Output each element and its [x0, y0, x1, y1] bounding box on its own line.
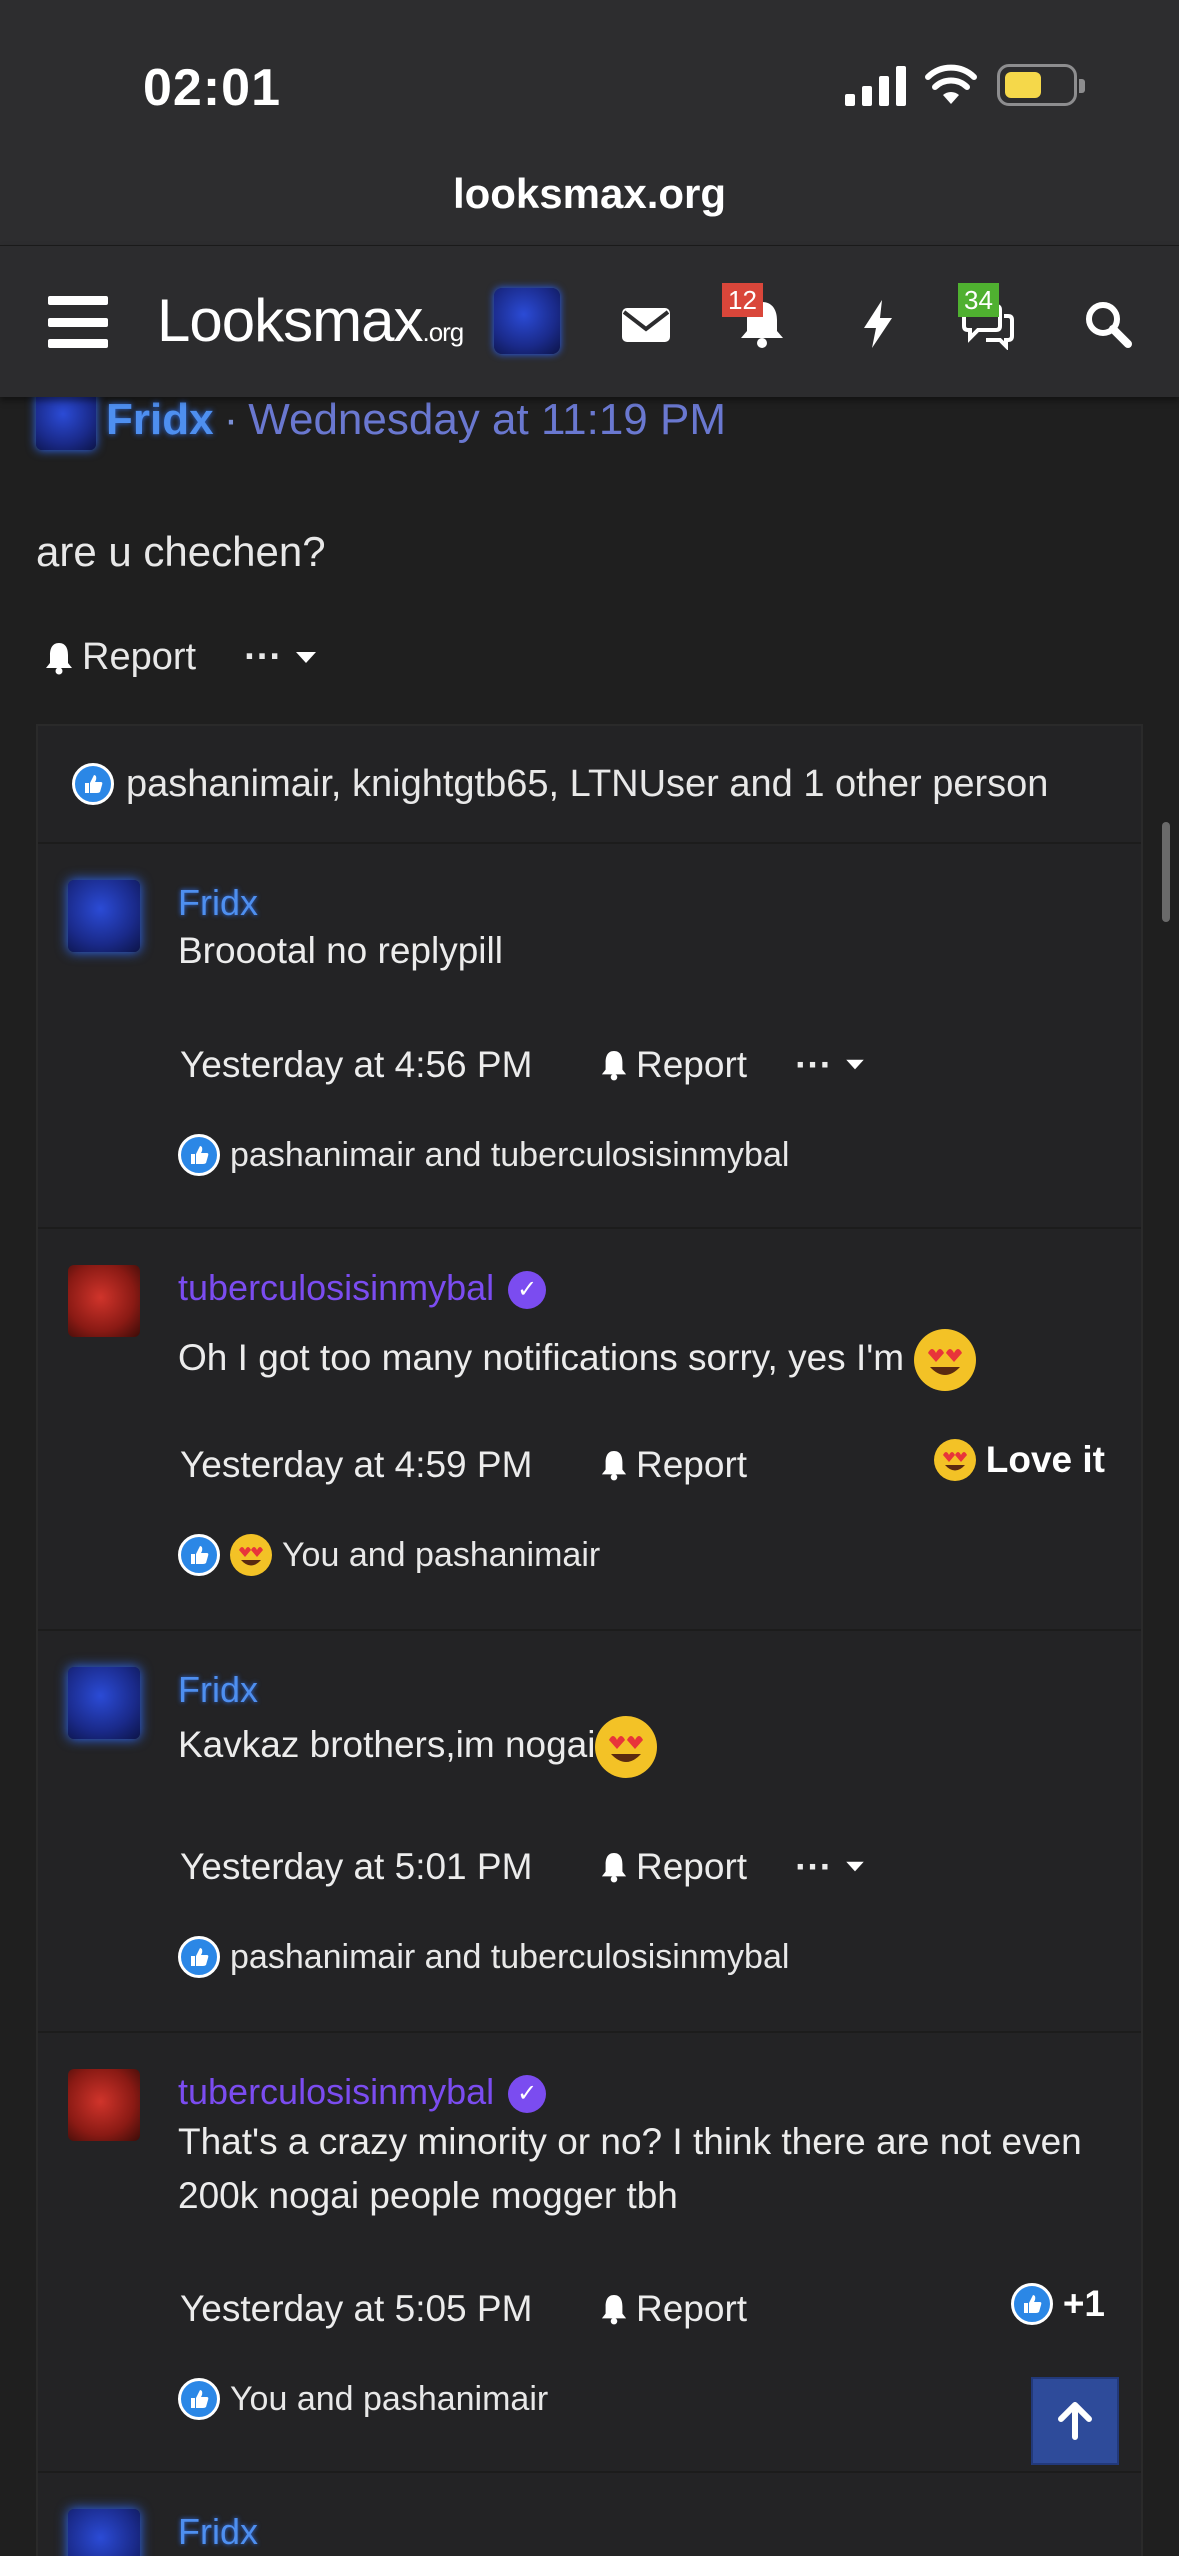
reply-text: Broootal no replypill — [178, 930, 503, 971]
reply-author[interactable]: tuberculosisinmybal ✓ — [178, 2071, 547, 2114]
separator: · — [223, 395, 239, 444]
like-icon — [72, 763, 114, 805]
report-button[interactable]: Report — [600, 2288, 747, 2330]
reply-item: Fridx — [38, 2473, 1141, 2556]
reply-item: tuberculosisinmybal ✓ Oh I got too many n… — [38, 1229, 1141, 1631]
reply-item: Fridx Broootal no replypill Yesterday at… — [38, 844, 1141, 1229]
ellipsis-icon: ··· — [795, 1846, 833, 1887]
reply-author[interactable]: Fridx — [178, 882, 258, 924]
cellular-signal-icon — [845, 64, 906, 106]
reply-meta: Yesterday at 4:59 PM Report — [180, 1444, 747, 1486]
report-button[interactable]: Report — [44, 636, 196, 679]
reply-avatar[interactable] — [68, 1667, 140, 1739]
reply-meta: Yesterday at 4:56 PM Report ··· — [180, 1044, 866, 1086]
bell-icon — [46, 642, 72, 674]
heart-eyes-emoji-icon — [595, 1716, 658, 1778]
reply-item: Fridx Kavkaz brothers,im nogai Yesterday… — [38, 1631, 1141, 2033]
post-date[interactable]: Wednesday at 11:19 PM — [248, 395, 726, 445]
reply-avatar[interactable] — [68, 1265, 140, 1337]
post-author-avatar[interactable] — [36, 390, 96, 450]
status-time: 02:01 — [143, 59, 281, 117]
bell-icon — [601, 2295, 627, 2325]
bell-icon — [601, 1051, 627, 1081]
like-icon — [178, 1936, 220, 1978]
reply-author[interactable]: Fridx — [178, 1669, 258, 1711]
reply-avatar[interactable] — [68, 880, 140, 952]
more-options-button[interactable]: ··· — [795, 1846, 866, 1888]
reply-text: Oh I got too many notifications sorry, y… — [178, 1329, 1098, 1391]
menu-icon[interactable] — [48, 296, 108, 348]
reply-likes[interactable]: pashanimair and tuberculosisinmybal — [178, 1936, 789, 1978]
lightning-icon[interactable] — [852, 298, 904, 350]
bell-icon — [601, 1451, 627, 1481]
more-options-button[interactable]: ··· — [244, 636, 318, 679]
browser-chrome: 02:01 looksmax.org — [0, 0, 1179, 245]
envelope-icon[interactable] — [620, 298, 672, 350]
like-icon — [178, 2378, 220, 2420]
reply-avatar[interactable] — [68, 2509, 140, 2556]
chevron-down-icon — [846, 1861, 864, 1872]
heart-eyes-emoji-icon — [914, 1329, 977, 1391]
wifi-icon — [925, 64, 977, 104]
report-button[interactable]: Report — [600, 1444, 747, 1486]
scroll-to-top-button[interactable] — [1031, 2377, 1119, 2465]
notification-badge: 12 — [722, 283, 763, 317]
scrollbar[interactable] — [1162, 822, 1170, 922]
conversations-badge: 34 — [958, 283, 999, 317]
post-body: are u chechen? — [36, 528, 326, 575]
reply-likes[interactable]: You and pashanimair — [178, 1534, 600, 1576]
chevron-down-icon — [296, 651, 317, 663]
reply-thread: pashanimair, knightgtb65, LTNUser and 1 … — [36, 724, 1143, 2556]
ellipsis-icon: ··· — [244, 636, 283, 678]
reply-likes[interactable]: You and pashanimair — [178, 2378, 548, 2420]
reply-date[interactable]: Yesterday at 4:56 PM — [180, 1044, 600, 1086]
site-logo[interactable]: Looksmax.org — [157, 286, 464, 355]
heart-eyes-emoji-icon — [933, 1439, 976, 1481]
post-header: Fridx · Wednesday at 11:19 PM — [36, 390, 726, 450]
report-button[interactable]: Report — [600, 1044, 747, 1086]
arrow-up-icon — [1058, 2402, 1092, 2440]
heart-eyes-emoji-icon — [230, 1534, 272, 1576]
reply-author[interactable]: Fridx — [178, 2511, 258, 2553]
url-bar[interactable]: looksmax.org — [0, 170, 1179, 218]
reply-meta: Yesterday at 5:01 PM Report ··· — [180, 1846, 866, 1888]
verified-icon: ✓ — [508, 1271, 547, 1310]
reply-avatar[interactable] — [68, 2069, 140, 2141]
like-icon — [178, 1134, 220, 1176]
user-avatar[interactable] — [494, 288, 560, 354]
bell-icon — [601, 1853, 627, 1883]
chevron-down-icon — [846, 1059, 864, 1070]
post-likes-bar[interactable]: pashanimair, knightgtb65, LTNUser and 1 … — [38, 726, 1141, 844]
reply-text: That's a crazy minority or no? I think t… — [178, 2121, 1082, 2216]
reply-date[interactable]: Yesterday at 4:59 PM — [180, 1444, 600, 1486]
reply-date[interactable]: Yesterday at 5:05 PM — [180, 2288, 600, 2330]
ellipsis-icon: ··· — [795, 1044, 833, 1085]
search-icon[interactable] — [1082, 298, 1134, 350]
more-options-button[interactable]: ··· — [795, 1044, 866, 1086]
post-author-name[interactable]: Fridx — [106, 395, 214, 445]
verified-icon: ✓ — [508, 2075, 547, 2114]
report-button[interactable]: Report — [600, 1846, 747, 1888]
reply-author[interactable]: tuberculosisinmybal ✓ — [178, 1267, 547, 1310]
like-icon — [1010, 2283, 1053, 2325]
love-it-reaction-button[interactable]: Love it — [933, 1439, 1105, 1481]
reply-text: Kavkaz brothers,im nogai — [178, 1716, 1098, 1778]
site-header: Looksmax.org 12 34 — [0, 245, 1179, 397]
reply-item: tuberculosisinmybal ✓ That's a crazy mino… — [38, 2033, 1141, 2473]
battery-icon — [997, 64, 1085, 106]
like-icon — [178, 1534, 220, 1576]
like-reaction-button[interactable]: +1 — [1010, 2283, 1105, 2325]
post-actions: Report ··· — [44, 636, 318, 679]
reply-meta: Yesterday at 5:05 PM Report — [180, 2288, 747, 2330]
reply-likes[interactable]: pashanimair and tuberculosisinmybal — [178, 1134, 789, 1176]
reply-date[interactable]: Yesterday at 5:01 PM — [180, 1846, 600, 1888]
